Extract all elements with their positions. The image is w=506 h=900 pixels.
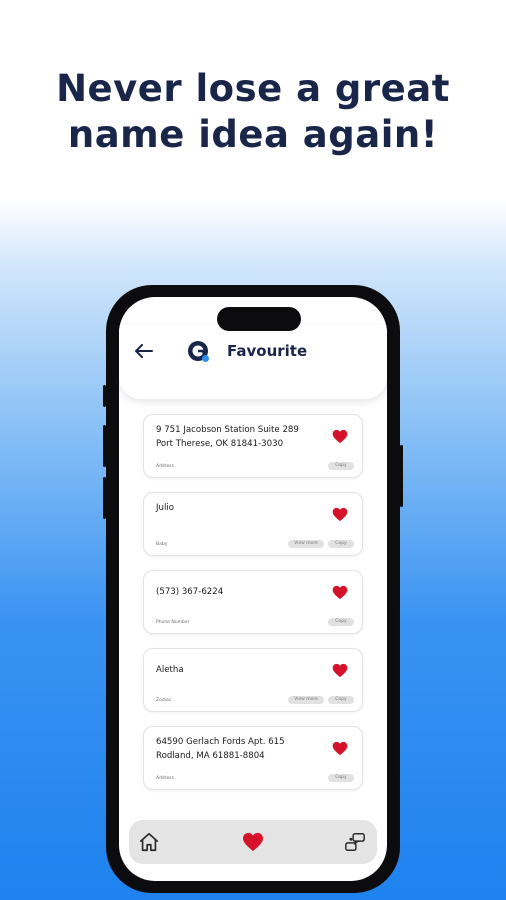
copy-button[interactable]: Copy [328, 774, 354, 782]
back-button[interactable] [133, 341, 155, 361]
favourite-card: Aletha Zodiac View more Copy [143, 648, 363, 712]
headline-line-2: name idea again! [67, 113, 439, 156]
chat-icon [345, 833, 365, 851]
app-header [119, 325, 387, 399]
arrow-left-icon [135, 344, 153, 358]
app-logo-icon [188, 341, 209, 362]
card-label: Zodiac [156, 698, 172, 703]
copy-button[interactable]: Copy [328, 696, 354, 704]
card-value-line: Julio [156, 503, 175, 513]
card-value-line: Port Therese, OK 81841-3030 [156, 439, 284, 449]
phone-frame: Favourite 9 751 Jacobson Station Suite 2… [103, 285, 403, 893]
heart-icon [243, 832, 263, 852]
favourite-card: (573) 367-6224 Phone Number Copy [143, 570, 363, 634]
nav-home-button[interactable] [137, 830, 161, 854]
card-value-line: Rodland, MA 61881-8804 [156, 751, 265, 761]
card-value: 64590 Gerlach Fords Apt. 615 Rodland, MA… [156, 735, 316, 763]
dynamic-island [217, 307, 301, 331]
view-more-button[interactable]: View more [288, 696, 324, 704]
heart-icon[interactable] [332, 585, 348, 600]
home-icon [139, 832, 159, 852]
copy-button[interactable]: Copy [328, 540, 354, 548]
card-label: Phone Number [156, 620, 190, 625]
heart-icon[interactable] [332, 507, 348, 522]
phone-power-button [400, 445, 403, 507]
favourite-card: 9 751 Jacobson Station Suite 289 Port Th… [143, 414, 363, 478]
headline: Never lose a great name idea again! [0, 66, 506, 158]
card-label: Address [156, 464, 174, 469]
card-label: Address [156, 776, 174, 781]
card-value-line: 64590 Gerlach Fords Apt. 615 [156, 737, 285, 747]
card-value: (573) 367-6224 [156, 585, 316, 599]
phone-volume-up-button [103, 425, 106, 467]
card-value: Aletha [156, 663, 316, 677]
favourite-card: Julio Baby View more Copy [143, 492, 363, 556]
phone-volume-down-button [103, 477, 106, 519]
page-title: Favourite [227, 342, 308, 360]
heart-icon[interactable] [332, 741, 348, 756]
phone-screen: Favourite 9 751 Jacobson Station Suite 2… [119, 297, 387, 881]
card-value-line: 9 751 Jacobson Station Suite 289 [156, 425, 299, 435]
nav-chat-button[interactable] [343, 830, 367, 854]
copy-button[interactable]: Copy [328, 618, 354, 626]
card-value-line: (573) 367-6224 [156, 587, 224, 597]
card-label: Baby [156, 542, 168, 547]
card-value-line: Aletha [156, 665, 184, 675]
card-value: 9 751 Jacobson Station Suite 289 Port Th… [156, 423, 316, 451]
nav-favourite-button[interactable] [241, 830, 265, 854]
copy-button[interactable]: Copy [328, 462, 354, 470]
bottom-nav [129, 820, 377, 864]
phone-mute-button [103, 385, 106, 407]
heart-icon[interactable] [332, 429, 348, 444]
headline-line-1: Never lose a great [56, 67, 450, 110]
favourite-card: 64590 Gerlach Fords Apt. 615 Rodland, MA… [143, 726, 363, 790]
heart-icon[interactable] [332, 663, 348, 678]
card-value: Julio [156, 501, 316, 515]
view-more-button[interactable]: View more [288, 540, 324, 548]
